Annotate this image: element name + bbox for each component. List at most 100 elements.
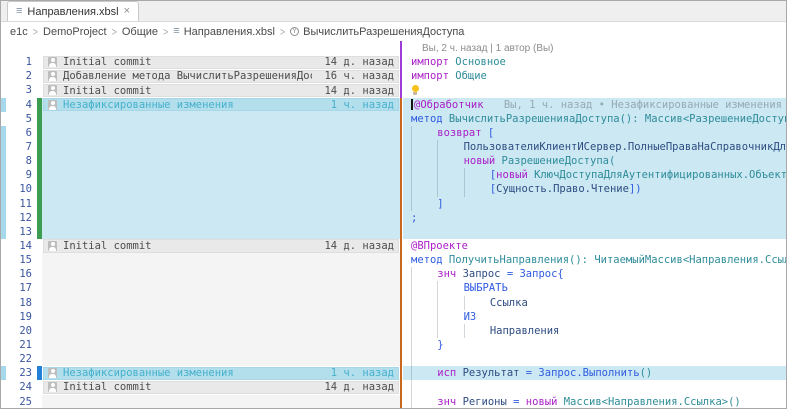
line-number: 19 (6, 310, 37, 324)
blame-annotation[interactable]: Initial commit14 д. назад (43, 56, 399, 69)
chevron-right-icon: > (28, 26, 43, 38)
blame-column-cell (42, 338, 400, 352)
indent-guide (411, 352, 437, 366)
line-number: 12 (6, 211, 37, 225)
blame-annotation[interactable]: Незафиксированные изменения1 ч. назад (43, 367, 399, 380)
code-token: Массив<Направления.Ссылка>() (557, 396, 740, 408)
code-line[interactable]: ВЫБРАТЬ (403, 281, 786, 295)
code-token: ПользователиКлиентИСервер.ПолныеПраваНаС… (464, 141, 786, 153)
code-line[interactable]: @ВПроекте (403, 239, 786, 253)
commit-age: 14 д. назад (318, 85, 394, 97)
blame-column-cell (42, 126, 400, 140)
codelens-cell[interactable]: Вы, 2 ч. назад | 1 автор (Вы) (403, 41, 786, 55)
code-token: новый (464, 155, 496, 167)
line-number: 15 (6, 253, 37, 267)
code-line[interactable]: @ОбработчикВы, 1 ч. назад • Незафиксиров… (403, 98, 786, 112)
line-number: 9 (6, 168, 37, 182)
code-line[interactable]: метод ВычислитьРазрешенияаДоступа(): Мас… (403, 112, 786, 126)
blame-annotation[interactable]: Незафиксированные изменения1 ч. назад (43, 98, 399, 111)
blame-column-cell (42, 112, 400, 126)
editor-row: 8новый РазрешениеДоступа( (1, 154, 786, 168)
tab-title: Направления.xbsl (27, 6, 118, 18)
indent-guide (411, 338, 437, 352)
blame-annotation[interactable]: Initial commit14 д. назад (43, 381, 399, 394)
code-line[interactable]: Направления (403, 324, 786, 338)
blame-column-cell (42, 197, 400, 211)
line-number: 16 (6, 267, 37, 281)
indent-guide (411, 281, 437, 295)
editor-row: 12; (1, 211, 786, 225)
blame-annotation[interactable]: Initial commit14 д. назад (43, 239, 399, 252)
breadcrumb-item-file[interactable]: ≡ Направления.xbsl (173, 26, 275, 38)
code-line[interactable]: знч Запрос = Запрос{ (403, 267, 786, 281)
line-number: 3 (6, 83, 37, 97)
code-line[interactable]: ; (403, 211, 786, 225)
code-line[interactable]: импорт Общие (403, 69, 786, 83)
blame-annotation[interactable]: Initial commit14 д. назад (43, 84, 399, 97)
code-line[interactable] (403, 225, 786, 239)
code-line[interactable]: ИЗ (403, 310, 786, 324)
editor-row: 13 (1, 225, 786, 239)
code-token: новый (526, 396, 558, 408)
editor-row: 10[Сущность.Право.Чтение]) (1, 182, 786, 196)
commit-message: Initial commit (63, 240, 152, 252)
close-icon[interactable]: × (124, 6, 130, 17)
chevron-right-icon: > (275, 26, 290, 38)
codelens-row: Вы, 2 ч. назад | 1 автор (Вы) (1, 41, 786, 55)
code-line[interactable]: [Сущность.Право.Чтение]) (403, 182, 786, 196)
avatar-icon (48, 100, 57, 110)
commit-message: Незафиксированные изменения (63, 99, 234, 111)
editor-row: 2 Добавление метода ВычислитьРазрешенияДо… (1, 69, 786, 83)
lightbulb-icon[interactable] (411, 85, 419, 95)
code-line[interactable]: метод ПолучитьНаправления(): ЧитаемыйМас… (403, 253, 786, 267)
tab-napravleniya-xbsl[interactable]: ≡ Направления.xbsl × (7, 1, 139, 21)
code-line[interactable]: знч Регионы = новый Массив<Направления.С… (403, 395, 786, 408)
editor-row: 4Незафиксированные изменения1 ч. назад@О… (1, 98, 786, 112)
breadcrumb-item-method[interactable]: ВычислитьРазрешенияДоступа (290, 26, 464, 38)
blame-column-cell (42, 154, 400, 168)
blame-column-cell: Initial commit14 д. назад (42, 380, 400, 394)
breadcrumb-item-e1c[interactable]: e1c (10, 26, 28, 38)
code-line[interactable]: ] (403, 197, 786, 211)
code-token: КлючДоступаДляАутентифицированных.Объект… (528, 169, 786, 181)
code-line[interactable]: ПользователиКлиентИСервер.ПолныеПраваНаС… (403, 140, 786, 154)
editor-row: 9 [новый КлючДоступаДляАутентифицированны… (1, 168, 786, 182)
code-line[interactable]: исп Результат = Запрос.Выполнить() (403, 366, 786, 380)
line-number: 17 (6, 281, 37, 295)
code-token: [ (482, 127, 495, 139)
code-token: ИЗ (464, 311, 477, 323)
editor-row: 14 Initial commit14 д. назад @ВПроекте (1, 239, 786, 253)
code-token: метод (411, 113, 443, 125)
editor-window: ≡ Направления.xbsl × e1c > DemoProject >… (0, 0, 787, 409)
editor-row: 11] (1, 197, 786, 211)
blame-annotation[interactable]: Добавление метода ВычислитьРазрешенияДос… (43, 70, 399, 83)
code-line[interactable]: новый РазрешениеДоступа( (403, 154, 786, 168)
indent-guide (437, 310, 463, 324)
file-icon: ≡ (16, 6, 22, 17)
blame-column-cell: Initial commit14 д. назад (42, 239, 400, 253)
commit-message: Initial commit (63, 381, 152, 393)
code-token: @ВПроекте (411, 240, 468, 252)
code-line[interactable] (403, 352, 786, 366)
code-token: ВычислитьРазрешенияаДоступа(): Массив<Ра… (443, 113, 786, 125)
avatar-icon (48, 85, 57, 95)
code-line[interactable]: } (403, 338, 786, 352)
code-line[interactable]: Ссылка (403, 296, 786, 310)
code-line[interactable] (403, 83, 786, 97)
commit-message: Initial commit (63, 56, 152, 68)
avatar-icon (48, 57, 57, 67)
breadcrumb-item-demoproject[interactable]: DemoProject (43, 26, 107, 38)
text-cursor (411, 99, 413, 110)
avatar-icon (48, 382, 57, 392)
code-line[interactable]: возврат [ (403, 126, 786, 140)
indent-guide (411, 182, 437, 196)
code-line[interactable] (403, 380, 786, 394)
line-number: 14 (6, 239, 37, 253)
code-line[interactable]: [новый КлючДоступаДляАутентифицированных… (403, 168, 786, 182)
line-number: 2 (6, 69, 37, 83)
breadcrumb-item-obshchie[interactable]: Общие (122, 26, 158, 38)
indent-guide (411, 395, 437, 408)
code-line[interactable]: импорт Основное (403, 55, 786, 69)
file-icon: ≡ (173, 26, 179, 37)
codelens-label[interactable]: Вы, 2 ч. назад | 1 автор (Вы) (411, 43, 554, 54)
